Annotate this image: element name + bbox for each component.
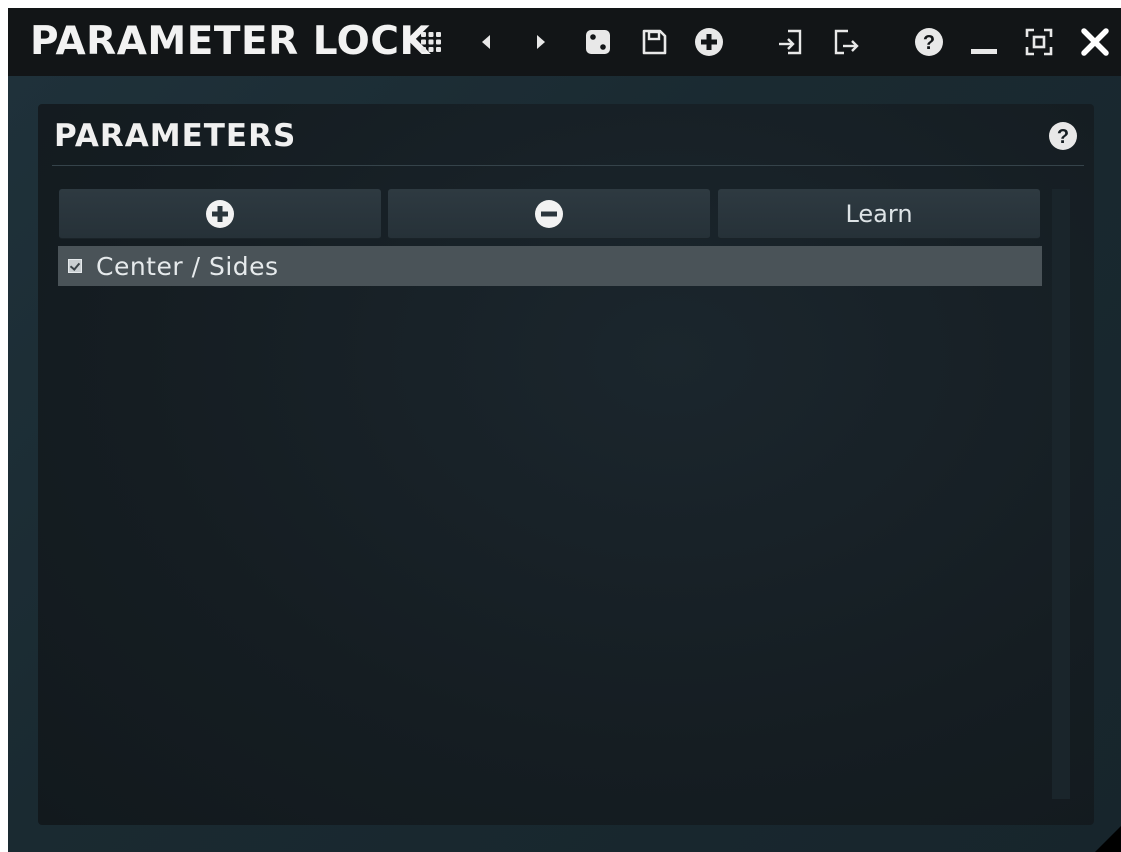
- resize-grip[interactable]: [1095, 826, 1121, 852]
- learn-button-label: Learn: [845, 199, 913, 228]
- learn-button[interactable]: Learn: [718, 189, 1040, 239]
- minus-circle-icon: [535, 199, 563, 228]
- previous-icon[interactable]: [468, 24, 504, 60]
- minimize-icon[interactable]: [966, 24, 1002, 60]
- add-parameter-button[interactable]: [59, 189, 381, 239]
- close-icon[interactable]: [1077, 24, 1113, 60]
- grid-icon[interactable]: [413, 24, 449, 60]
- svg-text:?: ?: [1057, 126, 1069, 148]
- window-title: PARAMETER LOCK: [30, 19, 431, 64]
- list-item-label: Center / Sides: [96, 251, 279, 281]
- remove-parameter-button[interactable]: [388, 189, 710, 239]
- next-icon[interactable]: [523, 24, 559, 60]
- parameter-list: Center / Sides: [58, 246, 1042, 286]
- plus-circle-icon: [206, 199, 234, 228]
- help-icon[interactable]: ?: [911, 24, 947, 60]
- panel-help-icon[interactable]: ?: [1048, 121, 1078, 151]
- maximize-icon[interactable]: [1021, 24, 1057, 60]
- list-item[interactable]: Center / Sides: [58, 246, 1042, 286]
- parameter-checkbox[interactable]: [68, 259, 82, 273]
- import-icon[interactable]: [773, 24, 809, 60]
- export-icon[interactable]: [828, 24, 864, 60]
- parameters-panel: PARAMETERS ? Learn Center / Sides: [38, 104, 1094, 825]
- panel-divider: [52, 165, 1084, 166]
- plugin-window: PARAMETER LOCK ? PARAMETERS ? Learn Cent…: [8, 8, 1121, 852]
- panel-title: PARAMETERS: [54, 118, 297, 154]
- add-icon[interactable]: [691, 24, 727, 60]
- svg-text:?: ?: [923, 32, 935, 54]
- save-icon[interactable]: [636, 24, 672, 60]
- randomize-icon[interactable]: [580, 24, 616, 60]
- list-scrollbar[interactable]: [1052, 189, 1070, 799]
- title-bar: PARAMETER LOCK ?: [8, 8, 1121, 76]
